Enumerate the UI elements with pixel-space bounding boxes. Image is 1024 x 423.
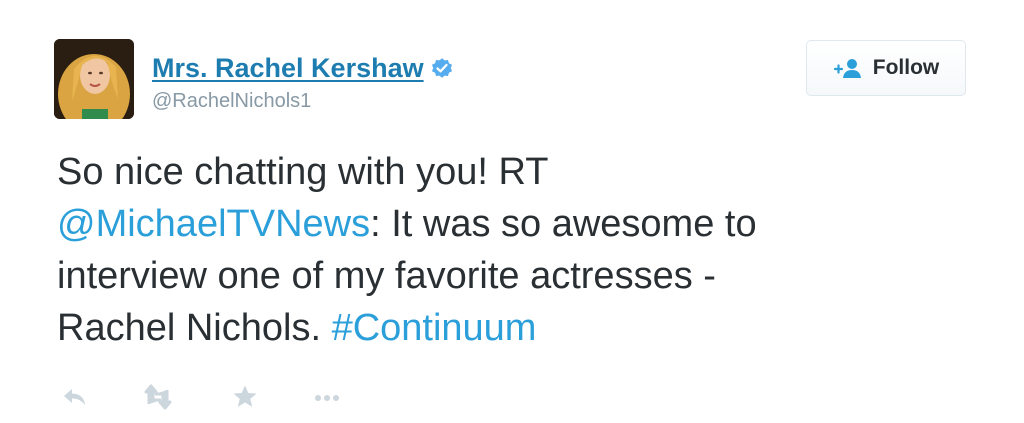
- follow-button[interactable]: Follow: [806, 40, 966, 96]
- avatar-photo-icon: [54, 39, 134, 119]
- tweet-line-1: So nice chatting with you! RT: [57, 151, 549, 193]
- reply-icon[interactable]: [60, 384, 90, 410]
- avatar[interactable]: [54, 39, 134, 119]
- star-icon[interactable]: [230, 384, 260, 410]
- add-user-icon: [833, 57, 863, 79]
- tweet-line-4-text: Rachel Nichols.: [57, 307, 321, 349]
- tweet-card: Mrs. Rachel Kershaw @RachelNichols1 Foll…: [0, 0, 1024, 423]
- display-name-link[interactable]: Mrs. Rachel Kershaw: [152, 53, 424, 84]
- name-row: Mrs. Rachel Kershaw: [152, 50, 454, 86]
- tweet-line-4: Rachel Nichols. #Continuum: [57, 302, 957, 354]
- retweet-icon[interactable]: [143, 384, 173, 410]
- hashtag-link[interactable]: #Continuum: [332, 307, 537, 349]
- tweet-line-3: interview one of my favorite actresses -: [57, 255, 716, 297]
- verified-badge-icon: [430, 56, 454, 80]
- mention-link[interactable]: @MichaelTVNews: [57, 203, 370, 245]
- user-handle[interactable]: @RachelNichols1: [152, 90, 311, 113]
- tweet-line-2: @MichaelTVNews: It was so awesome to: [57, 198, 957, 250]
- follow-button-label: Follow: [872, 56, 940, 79]
- tweet-line-2-text: : It was so awesome to: [370, 203, 757, 245]
- tweet-text: So nice chatting with you! RT @MichaelTV…: [57, 146, 957, 354]
- more-dots-icon[interactable]: [312, 384, 342, 410]
